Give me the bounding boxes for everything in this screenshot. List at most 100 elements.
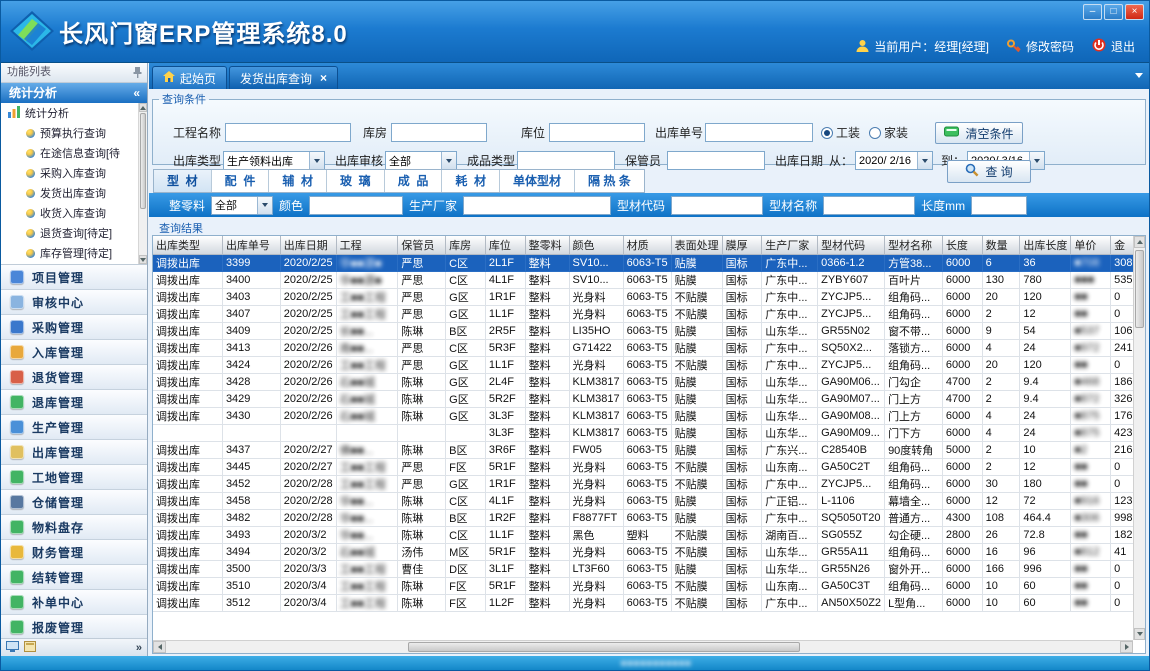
color-input[interactable] xyxy=(309,196,403,215)
audit-select[interactable]: 全部 xyxy=(385,151,457,170)
column-header[interactable]: 表面处理 xyxy=(671,236,722,254)
maximize-button[interactable]: □ xyxy=(1104,4,1123,20)
logout-button[interactable]: 退出 xyxy=(1092,38,1135,55)
table-row[interactable]: 调拨出库33992020/2/25华■■源■严思C区2L1F整料SV10...6… xyxy=(153,254,1145,271)
column-header[interactable]: 库房 xyxy=(446,236,486,254)
tab-shipment-outbound-query[interactable]: 发货出库查询 × xyxy=(229,66,338,89)
collapse-icon[interactable]: « xyxy=(133,83,140,103)
column-header[interactable]: 出库长度 xyxy=(1020,236,1071,254)
tree-item[interactable]: 收货入库查询 xyxy=(1,203,138,223)
table-row[interactable]: 调拨出库35122020/3/4工■■工程陈琳F区1L2F整料光身料6063-T… xyxy=(153,594,1145,611)
table-row[interactable]: 调拨出库34002020/2/25华■■源■严思C区4L1F整料SV10...6… xyxy=(153,271,1145,288)
table-row[interactable]: 调拨出库34072020/2/25工■■工程严思G区1L1F整料光身料6063-… xyxy=(153,305,1145,322)
sidebar-section[interactable]: 退货管理 xyxy=(1,365,147,390)
material-tab[interactable]: 玻 璃 xyxy=(327,170,385,192)
minimize-button[interactable]: – xyxy=(1083,4,1102,20)
material-tab[interactable]: 配 件 xyxy=(212,170,270,192)
tree-item[interactable]: 退货查询[待定] xyxy=(1,223,138,243)
material-tab[interactable]: 单体型材 xyxy=(500,170,575,192)
clear-conditions-button[interactable]: 清空条件 xyxy=(935,122,1023,144)
column-header[interactable]: 长度 xyxy=(942,236,982,254)
material-tab[interactable]: 耗 材 xyxy=(442,170,500,192)
stats-section-header[interactable]: 统计分析 « xyxy=(1,83,147,103)
column-header[interactable]: 单价 xyxy=(1071,236,1111,254)
table-row[interactable]: 调拨出库34282020/2/26石■■城陈琳G区2L4F整料KLM381760… xyxy=(153,373,1145,390)
sidebar-section[interactable]: 项目管理 xyxy=(1,265,147,290)
horizontal-scrollbar[interactable] xyxy=(153,640,1133,653)
outbound-type-select[interactable]: 生产领料出库 xyxy=(223,151,325,170)
tree-item[interactable]: 发货出库查询 xyxy=(1,183,138,203)
table-row[interactable]: 调拨出库34372020/2/27佛■■...陈琳B区3R6F整料FW05606… xyxy=(153,441,1145,458)
sidebar-section[interactable]: 结转管理 xyxy=(1,565,147,590)
tab-close-icon[interactable]: × xyxy=(320,71,327,85)
table-row[interactable]: 调拨出库34582020/2/28华■■...陈琳C区4L1F整料光身料6063… xyxy=(153,492,1145,509)
product-type-input[interactable] xyxy=(517,151,615,170)
tree-item[interactable]: 在途信息查询[待 xyxy=(1,143,138,163)
tree-root-stats[interactable]: 统计分析 xyxy=(1,103,138,123)
sidebar-section[interactable]: 仓储管理 xyxy=(1,490,147,515)
profile-code-input[interactable] xyxy=(671,196,763,215)
material-tab[interactable]: 型 材 xyxy=(154,170,212,192)
outbound-order-input[interactable] xyxy=(705,123,813,142)
table-row[interactable]: 调拨出库34242020/2/26工■■工程严思G区1L1F整料光身料6063-… xyxy=(153,356,1145,373)
scroll-up-icon[interactable] xyxy=(139,103,147,112)
table-row[interactable]: 调拨出库34522020/2/28工■■工程严思G区1R1F整料光身料6063-… xyxy=(153,475,1145,492)
table-row[interactable]: 3L3F整料KLM38176063-T5贴膜国标山东华...GA90M09...… xyxy=(153,424,1145,441)
change-password-button[interactable]: 修改密码 xyxy=(1007,38,1074,55)
sidebar-section[interactable]: 审核中心 xyxy=(1,290,147,315)
material-tab[interactable]: 隔 热 条 xyxy=(575,170,644,192)
sidebar-section[interactable]: 补单中心 xyxy=(1,590,147,615)
tree-item[interactable]: 预算执行查询 xyxy=(1,123,138,143)
keeper-input[interactable] xyxy=(667,151,765,170)
table-row[interactable]: 调拨出库34132020/2/26南■■...严思C区5R3F整料G714226… xyxy=(153,339,1145,356)
warehouse-input[interactable] xyxy=(391,123,487,142)
column-header[interactable]: 出库类型 xyxy=(153,236,222,254)
tab-home[interactable]: 起始页 xyxy=(152,66,227,89)
column-header[interactable]: 出库日期 xyxy=(280,236,336,254)
material-tab[interactable]: 辅 材 xyxy=(269,170,327,192)
scroll-left-icon[interactable] xyxy=(153,641,166,653)
table-row[interactable]: 调拨出库34942020/3/2石■■城汤伟M区5R1F整料光身料6063-T5… xyxy=(153,543,1145,560)
scroll-up-icon[interactable] xyxy=(1134,236,1145,248)
column-header[interactable]: 膜厚 xyxy=(722,236,762,254)
column-header[interactable]: 库位 xyxy=(485,236,525,254)
scroll-thumb[interactable] xyxy=(1135,250,1144,328)
column-header[interactable]: 保管员 xyxy=(398,236,446,254)
table-row[interactable]: 调拨出库34822020/2/28华■■...陈琳B区1R2F整料F8877FT… xyxy=(153,509,1145,526)
sidebar-section[interactable]: 采购管理 xyxy=(1,315,147,340)
scroll-right-icon[interactable] xyxy=(1120,641,1133,653)
length-input[interactable] xyxy=(971,196,1027,215)
radio-home-decor[interactable] xyxy=(869,127,881,139)
close-button[interactable]: × xyxy=(1125,4,1144,20)
column-header[interactable]: 型材代码 xyxy=(818,236,885,254)
material-tab[interactable]: 成 品 xyxy=(385,170,443,192)
table-row[interactable]: 调拨出库34292020/2/26石■■城陈琳G区5R2F整料KLM381760… xyxy=(153,390,1145,407)
scroll-down-icon[interactable] xyxy=(139,255,147,264)
column-header[interactable]: 型材名称 xyxy=(885,236,943,254)
sidebar-section[interactable]: 报废管理 xyxy=(1,615,147,640)
column-header[interactable]: 出库单号 xyxy=(222,236,280,254)
column-header[interactable]: 工程 xyxy=(336,236,398,254)
whole-part-select[interactable]: 全部 xyxy=(211,196,273,215)
column-header[interactable]: 材质 xyxy=(623,236,671,254)
sidebar-section[interactable]: 退库管理 xyxy=(1,390,147,415)
column-header[interactable]: 颜色 xyxy=(569,236,623,254)
table-row[interactable]: 调拨出库34092020/2/25长■■...陈琳B区2R5F整料LI35HO6… xyxy=(153,322,1145,339)
scroll-down-icon[interactable] xyxy=(1134,628,1145,640)
tree-item[interactable]: 库存管理[待定] xyxy=(1,243,138,263)
sidebar-section[interactable]: 入库管理 xyxy=(1,340,147,365)
scroll-thumb[interactable] xyxy=(140,113,146,209)
scroll-thumb[interactable] xyxy=(408,642,800,652)
radio-workwear[interactable] xyxy=(821,127,833,139)
table-row[interactable]: 调拨出库34932020/3/2华■■...陈琳C区1L1F整料黑色塑料不贴膜国… xyxy=(153,526,1145,543)
tab-overflow-dropdown-icon[interactable] xyxy=(1135,65,1143,83)
vertical-scrollbar[interactable] xyxy=(1133,236,1145,640)
project-name-input[interactable] xyxy=(225,123,351,142)
tree-scrollbar[interactable] xyxy=(138,103,147,264)
sidebar-section[interactable]: 生产管理 xyxy=(1,415,147,440)
monitor-icon[interactable] xyxy=(6,639,19,657)
table-row[interactable]: 调拨出库35102020/3/4工■■工程陈琳F区5R1F整料光身料6063-T… xyxy=(153,577,1145,594)
tree-item[interactable]: 采购入库查询 xyxy=(1,163,138,183)
column-header[interactable]: 生产厂家 xyxy=(762,236,818,254)
search-button[interactable]: 查 询 xyxy=(947,160,1031,183)
